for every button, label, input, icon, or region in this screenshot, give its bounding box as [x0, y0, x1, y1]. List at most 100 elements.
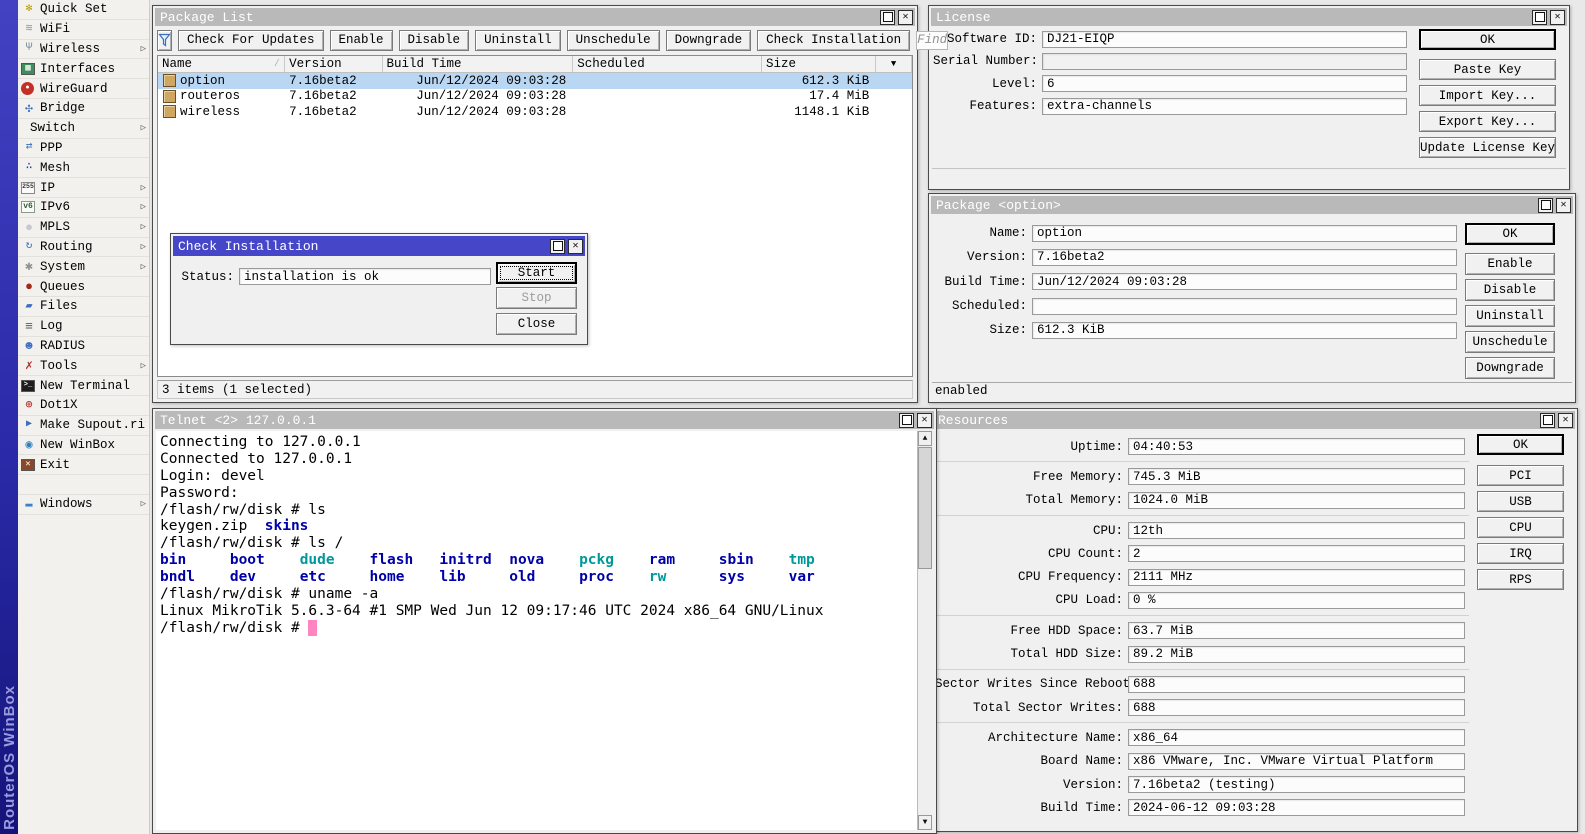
check-installation-titlebar[interactable]: Check Installation ✕	[173, 236, 585, 256]
table-row-routeros[interactable]: routeros7.16beta2Jun/12/2024 09:03:2817.…	[158, 89, 912, 105]
sidebar-item-bridge[interactable]: ✣Bridge	[18, 99, 149, 119]
disable-button[interactable]: Disable	[399, 30, 470, 51]
find-input[interactable]: Find	[916, 31, 948, 50]
total-hdd-size-field[interactable]: 89.2 MiB	[1128, 646, 1465, 663]
usb-button[interactable]: USB	[1477, 491, 1564, 512]
column-header-size[interactable]: Size	[762, 56, 876, 72]
close-button[interactable]: ✕	[1556, 198, 1571, 213]
level-field[interactable]: 6	[1042, 75, 1407, 92]
free-hdd-space-field[interactable]: 63.7 MiB	[1128, 622, 1465, 639]
software-id-field[interactable]: DJ21-EIQP	[1042, 31, 1407, 48]
close-button[interactable]: ✕	[568, 239, 583, 254]
sidebar-item-log[interactable]: ≡Log	[18, 317, 149, 337]
paste-key-button[interactable]: Paste Key	[1419, 59, 1556, 80]
maximize-button[interactable]	[550, 239, 565, 254]
build-time-field[interactable]: 2024-06-12 09:03:28	[1128, 799, 1465, 816]
sidebar-item-queues[interactable]: ●Queues	[18, 277, 149, 297]
export-key-button[interactable]: Export Key...	[1419, 111, 1556, 132]
sidebar-item-mesh[interactable]: ∴Mesh	[18, 158, 149, 178]
cpu-load-field[interactable]: 0 %	[1128, 592, 1465, 609]
uninstall-button[interactable]: Uninstall	[475, 30, 561, 51]
sidebar-item-mpls[interactable]: ●MPLS▷	[18, 218, 149, 238]
cpu-count-field[interactable]: 2	[1128, 545, 1465, 562]
maximize-button[interactable]	[880, 10, 895, 25]
sidebar-item-windows[interactable]: ▬Windows▷	[18, 495, 149, 515]
sidebar-item-files[interactable]: ▰Files	[18, 297, 149, 317]
start-button[interactable]: Start	[496, 262, 577, 284]
ok-button[interactable]: OK	[1419, 29, 1556, 50]
table-row-option[interactable]: option7.16beta2Jun/12/2024 09:03:28612.3…	[158, 73, 912, 89]
architecture-name-field[interactable]: x86_64	[1128, 729, 1465, 746]
scheduled-field[interactable]	[1032, 298, 1457, 315]
sidebar-item-routing[interactable]: ↻Routing▷	[18, 238, 149, 258]
cpu-frequency-field[interactable]: 2111 MHz	[1128, 569, 1465, 586]
check-installation-button[interactable]: Check Installation	[757, 30, 910, 51]
sidebar-item-ipv6[interactable]: v6IPv6▷	[18, 198, 149, 218]
build-time-field[interactable]: Jun/12/2024 09:03:28	[1032, 273, 1457, 290]
close-dialog-button[interactable]: Close	[496, 313, 577, 335]
column-header-version[interactable]: Version	[285, 56, 382, 72]
terminal-output[interactable]: Connecting to 127.0.0.1Connected to 127.…	[160, 434, 915, 830]
telnet-titlebar[interactable]: Telnet <2> 127.0.0.1 ✕	[155, 411, 934, 429]
update-license-key-button[interactable]: Update License Key	[1419, 137, 1556, 158]
filter-button[interactable]	[157, 30, 172, 51]
package-list-titlebar[interactable]: Package List ✕	[155, 8, 915, 26]
ok-button[interactable]: OK	[1465, 223, 1555, 245]
features-field[interactable]: extra-channels	[1042, 98, 1407, 115]
size-field[interactable]: 612.3 KiB	[1032, 322, 1457, 339]
status-field[interactable]: installation is ok	[239, 268, 491, 285]
free-memory-field[interactable]: 745.3 MiB	[1128, 468, 1465, 485]
irq-button[interactable]: IRQ	[1477, 543, 1564, 564]
import-key-button[interactable]: Import Key...	[1419, 85, 1556, 106]
pci-button[interactable]: PCI	[1477, 465, 1564, 486]
sidebar-item-new-winbox[interactable]: ◉New WinBox	[18, 436, 149, 456]
scrollbar-thumb[interactable]	[918, 447, 932, 569]
ok-button[interactable]: OK	[1477, 434, 1564, 455]
rps-button[interactable]: RPS	[1477, 569, 1564, 590]
version-field[interactable]: 7.16beta2	[1032, 249, 1457, 266]
column-header-scheduled[interactable]: Scheduled	[573, 56, 762, 72]
sidebar-item-make-supout-rif[interactable]: ▶Make Supout.rif	[18, 416, 149, 436]
scroll-up-icon[interactable]: ▲	[918, 431, 932, 446]
scroll-down-icon[interactable]: ▼	[918, 815, 932, 830]
sidebar-item-ppp[interactable]: ⇄PPP	[18, 139, 149, 159]
column-select-dropdown[interactable]: ▼	[876, 56, 912, 72]
scrollbar[interactable]: ▲ ▼	[917, 431, 933, 830]
column-header-build-time[interactable]: Build Time	[383, 56, 574, 72]
enable-button[interactable]: Enable	[330, 30, 393, 51]
total-memory-field[interactable]: 1024.0 MiB	[1128, 492, 1465, 509]
maximize-button[interactable]	[899, 413, 914, 428]
close-button[interactable]: ✕	[898, 10, 913, 25]
sidebar-item-radius[interactable]: ☻RADIUS	[18, 337, 149, 357]
uninstall-button[interactable]: Uninstall	[1465, 305, 1555, 327]
cpu-button[interactable]: CPU	[1477, 517, 1564, 538]
downgrade-button[interactable]: Downgrade	[1465, 357, 1555, 379]
sector-writes-since-reboot-field[interactable]: 688	[1128, 676, 1465, 693]
unschedule-button[interactable]: Unschedule	[567, 30, 660, 51]
cpu-field[interactable]: 12th	[1128, 522, 1465, 539]
stop-button[interactable]: Stop	[496, 287, 577, 309]
version-field[interactable]: 7.16beta2 (testing)	[1128, 776, 1465, 793]
uptime-field[interactable]: 04:40:53	[1128, 438, 1465, 455]
terminal-area[interactable]: Connecting to 127.0.0.1Connected to 127.…	[156, 431, 933, 830]
sidebar-item-wifi[interactable]: ≋WiFi	[18, 20, 149, 40]
unschedule-button[interactable]: Unschedule	[1465, 331, 1555, 353]
name-field[interactable]: option	[1032, 225, 1457, 242]
enable-button[interactable]: Enable	[1465, 253, 1555, 275]
sidebar-item-system[interactable]: ✱System▷	[18, 257, 149, 277]
board-name-field[interactable]: x86 VMware, Inc. VMware Virtual Platform	[1128, 753, 1465, 770]
sidebar-item-tools[interactable]: ✗Tools▷	[18, 356, 149, 376]
sidebar-item-wireless[interactable]: ΨWireless▷	[18, 40, 149, 60]
disable-button[interactable]: Disable	[1465, 279, 1555, 301]
table-row-wireless[interactable]: wireless7.16beta2Jun/12/2024 09:03:28114…	[158, 104, 912, 120]
column-header-name[interactable]: Name∕	[158, 56, 285, 72]
serial-number-field[interactable]	[1042, 53, 1407, 70]
sidebar-item-ip[interactable]: 255IP▷	[18, 178, 149, 198]
sidebar-item-new-terminal[interactable]: >_New Terminal	[18, 376, 149, 396]
sidebar-item-wireguard[interactable]: ●WireGuard	[18, 79, 149, 99]
total-sector-writes-field[interactable]: 688	[1128, 699, 1465, 716]
sidebar-item-dot1x[interactable]: ⊕Dot1X	[18, 396, 149, 416]
downgrade-button[interactable]: Downgrade	[666, 30, 752, 51]
sidebar-item-exit[interactable]: ✕Exit	[18, 455, 149, 475]
sidebar-item-quick-set[interactable]: ✻Quick Set	[18, 0, 149, 20]
